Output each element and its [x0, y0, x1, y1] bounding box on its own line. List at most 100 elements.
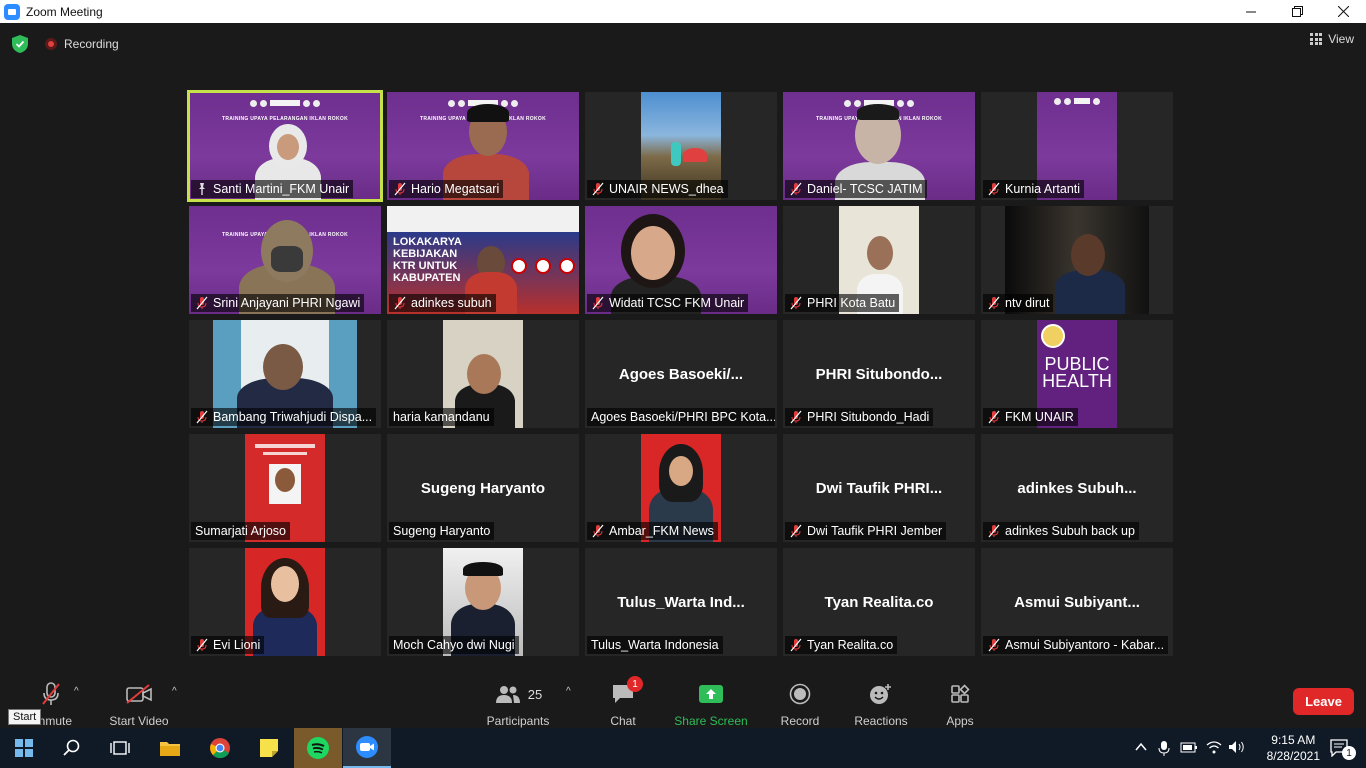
mic-muted-icon	[592, 524, 604, 538]
meeting-top-bar: Recording View	[0, 23, 1366, 63]
taskbar-clock[interactable]: 9:15 AM 8/28/2021	[1267, 732, 1320, 764]
participant-tile[interactable]: TRAINING UPAYA PELARANGAN IKLAN ROKOK Da…	[783, 92, 975, 200]
mic-muted-icon	[988, 524, 1000, 538]
taskbar-search-button[interactable]	[48, 728, 96, 768]
share-screen-icon	[699, 685, 723, 703]
view-button[interactable]: View	[1310, 32, 1354, 46]
participants-icon	[495, 686, 520, 703]
security-shield-icon[interactable]	[12, 35, 28, 53]
participants-button[interactable]: 25 Participants	[482, 668, 554, 728]
participant-tile[interactable]: Moch Cahyo dwi Nugi	[387, 548, 579, 656]
participant-tile[interactable]: Dwi Taufik PHRI... Dwi Taufik PHRI Jembe…	[783, 434, 975, 542]
chat-button[interactable]: 1 Chat	[598, 668, 648, 728]
record-button[interactable]: Record	[774, 668, 826, 728]
clock-time: 9:15 AM	[1271, 733, 1316, 747]
start-video-button[interactable]: Start Video	[104, 668, 174, 728]
start-button[interactable]	[0, 728, 48, 768]
participant-tile[interactable]: PHRI Kota Batu	[783, 206, 975, 314]
apps-button[interactable]: Apps	[938, 668, 982, 728]
maximize-button[interactable]	[1274, 0, 1320, 23]
participant-name-label: Tyan Realita.co	[785, 636, 898, 654]
participant-tile[interactable]: Sumarjati Arjoso	[189, 434, 381, 542]
participant-tile[interactable]: TRAINING UPAYA PELARANGAN IKLAN ROKOK Sr…	[189, 206, 381, 314]
folder-icon	[160, 742, 180, 756]
reactions-emoji-icon	[870, 684, 891, 704]
recording-indicator[interactable]: Recording	[45, 37, 119, 51]
participant-tile[interactable]: Asmui Subiyant... Asmui Subiyantoro - Ka…	[981, 548, 1173, 656]
zoom-icon	[356, 736, 378, 758]
participant-name-label: PHRI Situbondo_Hadi	[785, 408, 934, 426]
participant-tile[interactable]: haria kamandanu	[387, 320, 579, 428]
participant-tile[interactable]: Ambar_FKM News	[585, 434, 777, 542]
title-bar: Zoom Meeting	[0, 0, 1366, 23]
zoom-taskbar-button[interactable]	[343, 728, 391, 768]
participant-tile[interactable]: PUBLIC HEALTH FKM UNAIR	[981, 320, 1173, 428]
sticky-notes-button[interactable]	[245, 728, 293, 768]
record-icon	[789, 683, 811, 705]
reactions-button[interactable]: Reactions	[850, 668, 912, 728]
recording-label: Recording	[64, 37, 119, 51]
close-icon	[1337, 6, 1349, 17]
wifi-icon[interactable]	[1206, 740, 1222, 754]
participant-tile[interactable]: TRAINING UPAYA PELARANGAN IKLAN ROKOK Sa…	[187, 90, 383, 202]
participants-count: 25	[527, 686, 543, 702]
participant-tile[interactable]: PHRI Situbondo... PHRI Situbondo_Hadi	[783, 320, 975, 428]
participant-tile[interactable]: Tyan Realita.co Tyan Realita.co	[783, 548, 975, 656]
participant-tile[interactable]: ntv dirut	[981, 206, 1173, 314]
participant-tile[interactable]: Kurnia Artanti	[981, 92, 1173, 200]
battery-icon[interactable]	[1180, 740, 1198, 754]
participant-tile[interactable]: Bambang Triwahjudi Dispa...	[189, 320, 381, 428]
mic-muted-icon	[790, 638, 802, 652]
mic-muted-icon	[592, 296, 604, 310]
participant-tile[interactable]: TRAINING UPAYA PELARANGAN IKLAN ROKOK Ha…	[387, 92, 579, 200]
participant-name-label: Asmui Subiyantoro - Kabar...	[983, 636, 1169, 654]
participants-chevron-up-icon[interactable]: ^	[566, 686, 571, 697]
mic-muted-icon	[42, 682, 60, 705]
chrome-icon	[210, 738, 230, 759]
participant-name-label: Moch Cahyo dwi Nugi	[389, 636, 519, 654]
task-view-button[interactable]	[96, 728, 144, 768]
apps-icon	[951, 684, 970, 703]
video-options-chevron-up-icon[interactable]: ^	[172, 686, 177, 697]
participant-tile[interactable]: adinkes Subuh... adinkes Subuh back up	[981, 434, 1173, 542]
participant-tile[interactable]: Agoes Basoeki/... Agoes Basoeki/PHRI BPC…	[585, 320, 777, 428]
participant-name-label: Sumarjati Arjoso	[191, 522, 291, 540]
participant-tile[interactable]: Widati TCSC FKM Unair	[585, 206, 777, 314]
minimize-icon	[1246, 11, 1256, 12]
mic-muted-icon	[592, 182, 604, 196]
participant-tile[interactable]: Sugeng Haryanto Sugeng Haryanto	[387, 434, 579, 542]
file-explorer-button[interactable]	[146, 728, 194, 768]
participant-tile[interactable]: LOKAKARYA KEBIJAKAN KTR UNTUK KABUPATEN adi…	[387, 206, 579, 314]
chrome-button[interactable]	[196, 728, 244, 768]
participant-name-label: Hario Megatsari	[389, 180, 504, 198]
participant-name-label: PHRI Kota Batu	[785, 294, 900, 312]
volume-icon[interactable]	[1228, 740, 1246, 754]
microphone-tray-icon[interactable]	[1158, 740, 1170, 756]
participant-name-label: Agoes Basoeki/PHRI BPC Kota...	[587, 408, 775, 426]
spotify-button[interactable]	[294, 728, 342, 768]
mic-muted-icon	[988, 410, 1000, 424]
mic-muted-icon	[988, 182, 1000, 196]
restore-icon	[1291, 6, 1303, 17]
mic-muted-icon	[790, 524, 802, 538]
participant-tile[interactable]: Evi Lioni	[189, 548, 381, 656]
video-off-icon	[126, 684, 152, 704]
participant-tile[interactable]: UNAIR NEWS_dhea	[585, 92, 777, 200]
leave-button[interactable]: Leave	[1293, 688, 1354, 715]
audio-options-chevron-up-icon[interactable]: ^	[74, 686, 79, 697]
window-title: Zoom Meeting	[26, 4, 103, 19]
mic-muted-icon	[196, 296, 208, 310]
share-screen-button[interactable]: Share Screen	[670, 668, 752, 728]
participant-name-label: adinkes subuh	[389, 294, 496, 312]
search-icon	[63, 739, 80, 756]
tray-chevron-up-icon[interactable]	[1134, 740, 1148, 754]
close-button[interactable]	[1320, 0, 1366, 23]
task-view-icon	[110, 741, 130, 755]
minimize-button[interactable]	[1228, 0, 1274, 23]
action-center-button[interactable]: 1	[1320, 728, 1360, 768]
participant-tile[interactable]: Tulus_Warta Ind... Tulus_Warta Indonesia	[585, 548, 777, 656]
start-tooltip: Start	[8, 709, 42, 725]
participant-name-label: Santi Martini_FKM Unair	[191, 180, 354, 198]
zoom-app: Zoom Meeting Recording View TRAINING UPA…	[0, 0, 1366, 768]
poster-text: LOKAKARYA KEBIJAKAN KTR UNTUK KABUPATEN	[393, 236, 462, 284]
